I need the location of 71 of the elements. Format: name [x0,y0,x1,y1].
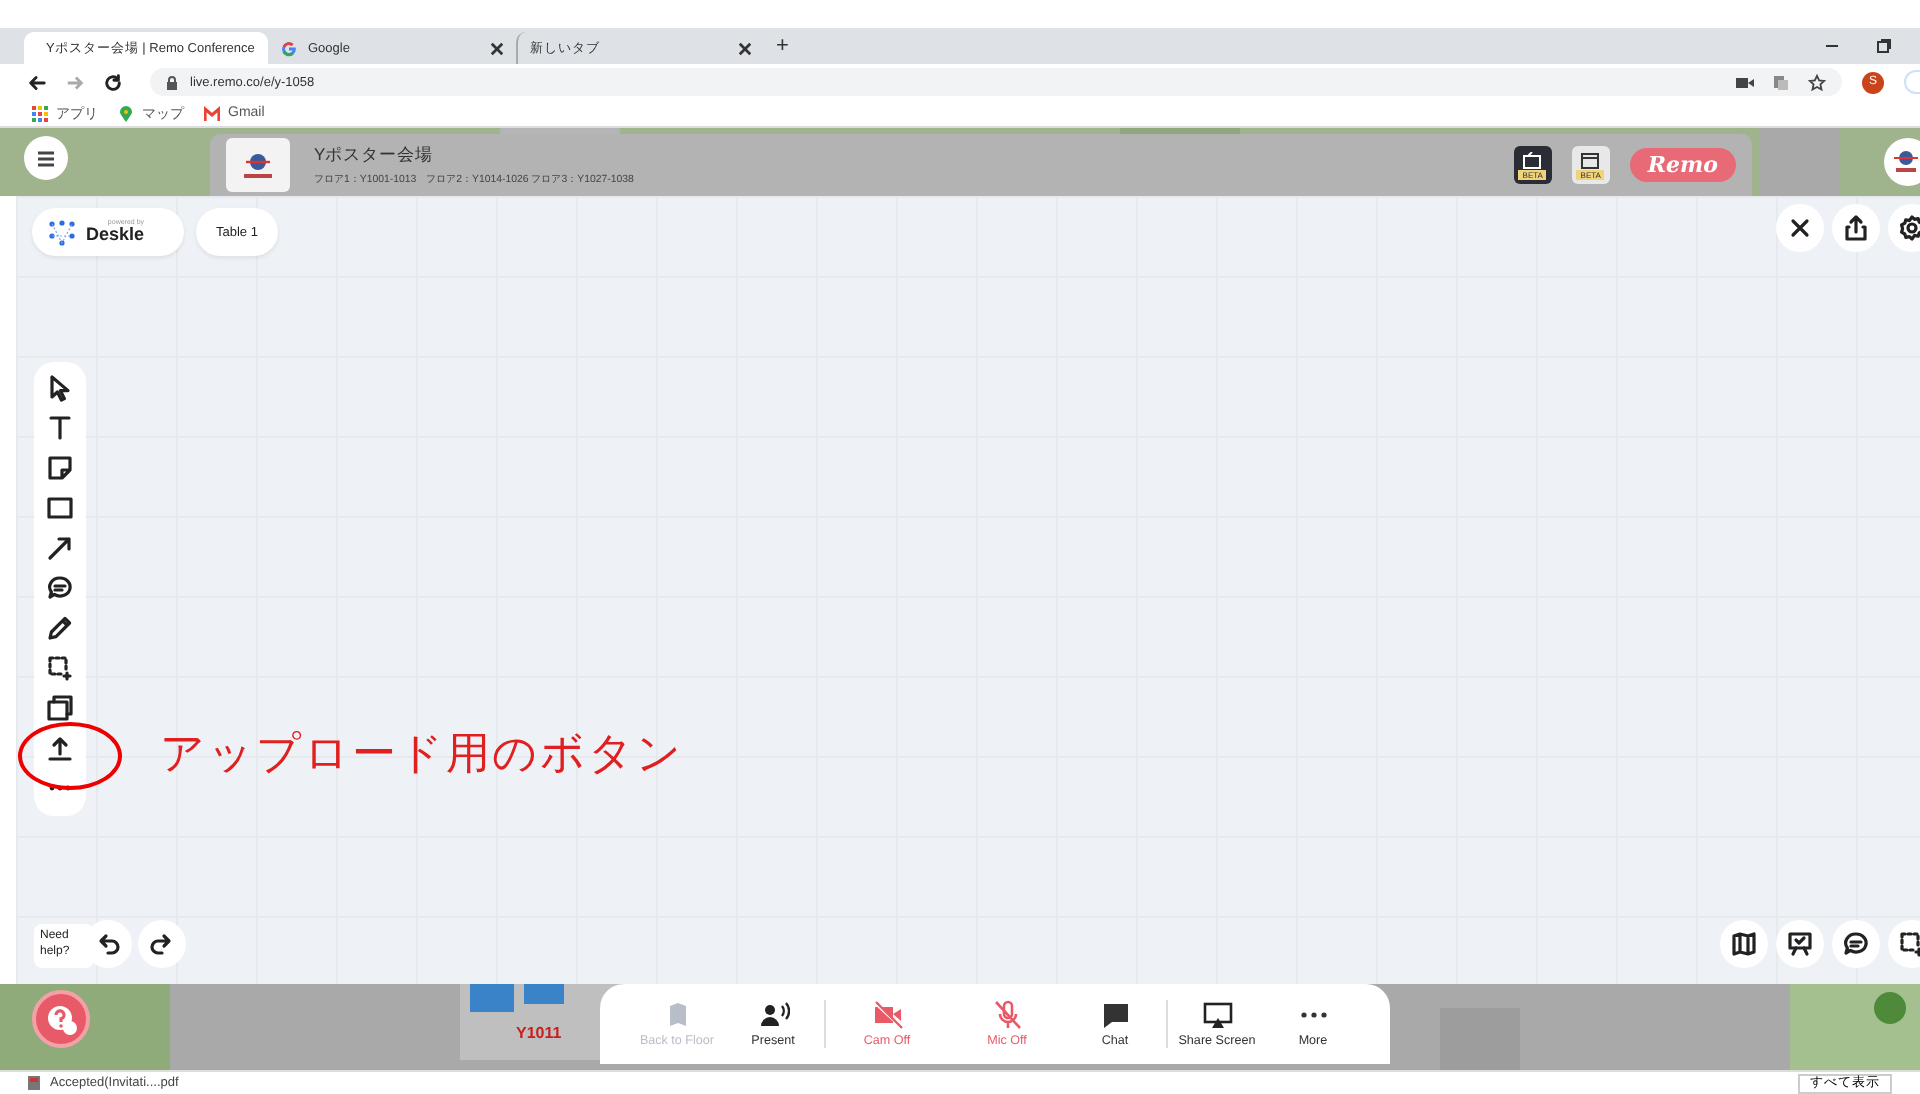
network-logo-icon [48,219,76,245]
upload-tool-button[interactable] [44,732,76,764]
mail-icon [204,105,220,121]
table-label: Y1011 [516,1024,562,1042]
more-icon [1299,1012,1327,1018]
close-icon [490,41,504,55]
app-name: Deskle [86,226,145,245]
dashed-selection-icon [46,654,74,682]
settings-icon [1898,214,1920,242]
whiteboard-button[interactable] [1776,920,1824,968]
close-button[interactable] [1776,204,1824,252]
share-icon [1842,214,1870,242]
comment-icon [46,574,74,602]
dashed-selection-tool-button[interactable] [44,652,76,684]
rectangle-tool-button[interactable] [44,492,76,524]
sticky-note-tool-button[interactable] [44,452,76,484]
chair [470,984,514,1012]
calendar-icon [1578,151,1603,169]
annotation-text: アップロード用のボタン [160,726,684,782]
brand-logo: Remo [1629,148,1736,182]
map-pin-icon [118,105,134,121]
plant [1874,992,1906,1024]
pencil-icon [46,614,74,642]
undo-icon [94,930,122,958]
chair [524,984,564,1004]
file-icon [28,1076,40,1090]
text-tool-icon [46,414,74,442]
map-button[interactable] [1720,920,1768,968]
emblem-icon [238,149,278,181]
emblem-icon [1890,148,1920,176]
back-icon [28,73,46,91]
frames-tool-button[interactable] [44,692,76,724]
lock-icon [166,75,178,89]
camera-icon [1736,75,1754,89]
rectangle-icon [46,494,74,522]
redo-icon [148,930,176,958]
text-tool-button[interactable] [44,412,76,444]
comment-icon [1842,930,1870,958]
question-bubble-icon [43,1001,79,1037]
translate-icon [1772,73,1790,91]
screen-share-icon [1201,1000,1233,1030]
pointer-icon [46,374,74,402]
share-button[interactable] [1832,204,1880,252]
chat-icon [1099,1000,1131,1030]
comment-tool-button[interactable] [44,572,76,604]
camera-off-icon [871,1000,903,1030]
close-icon [1786,214,1814,242]
redo-button[interactable] [138,920,186,968]
dashed-selection-icon [1898,930,1920,958]
chat-button[interactable] [1832,920,1880,968]
frames-icon [46,694,74,722]
menu-icon [36,149,56,167]
pointer-tool-button[interactable] [44,372,76,404]
sticky-note-icon [46,454,74,482]
star-icon [1808,73,1826,91]
google-logo-icon [280,39,298,57]
event-title: Yポスター会場 [314,144,436,168]
arrow-tool-button[interactable] [44,532,76,564]
upload-icon [46,734,74,762]
mic-off-icon [991,1000,1023,1030]
restore-icon [1876,38,1892,54]
arrow-icon [46,534,74,562]
highlight-circle [18,722,122,790]
reload-icon [104,73,122,91]
presenter-icon [757,1000,789,1030]
new-tab-button[interactable]: + [764,32,801,64]
close-icon [738,41,752,55]
pencil-tool-button[interactable] [44,612,76,644]
whiteboard-icon [1786,930,1814,958]
apps-grid-icon [32,105,48,121]
forward-icon [66,73,84,91]
